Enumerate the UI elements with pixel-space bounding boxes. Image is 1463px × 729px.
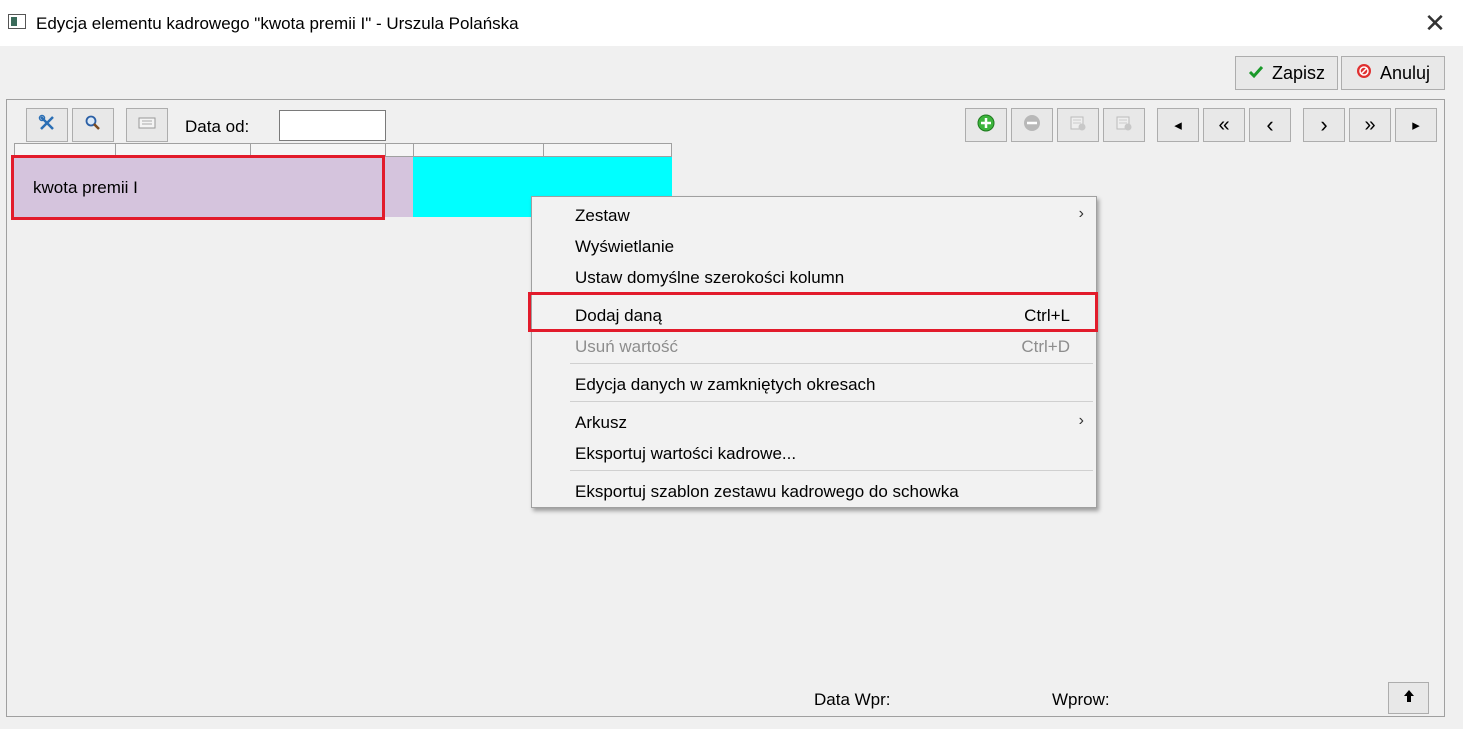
document-remove-icon [1115,114,1133,137]
document-add-icon [1069,114,1087,137]
submenu-arrow-icon: › [1078,412,1084,429]
cancel-icon [1356,63,1372,84]
context-menu: Zestaw › Wyświetlanie Ustaw domyślne sze… [531,196,1097,508]
menu-item-highlight-frame [528,292,1098,332]
add-document-button[interactable] [1057,108,1099,142]
menu-item-zestaw[interactable]: Zestaw [575,206,630,226]
shortcut-usun-wartosc: Ctrl+D [1021,337,1070,356]
cancel-label: Anuluj [1379,62,1431,83]
search-button[interactable] [72,108,114,142]
menu-separator [570,363,1093,364]
grid-header-cell[interactable] [543,143,672,157]
search-icon [84,114,102,137]
menu-separator [570,401,1093,402]
nav-prev-page-button[interactable]: « [1203,108,1245,142]
nav-next-page-button[interactable]: » [1349,108,1391,142]
window-title: Edycja elementu kadrowego "kwota premii … [36,14,519,33]
add-button[interactable] [965,108,1007,142]
close-button[interactable]: ✕ [1413,4,1457,42]
submenu-arrow-icon: › [1078,205,1084,222]
save-button[interactable]: Zapisz [1235,56,1338,90]
scroll-up-button[interactable] [1388,682,1429,714]
grid-row-marker-cell[interactable] [384,157,413,217]
plus-circle-icon [977,114,995,137]
cancel-button[interactable]: Anuluj [1341,56,1445,90]
settings-tools-button[interactable] [26,108,68,142]
date-from-label: Data od: [185,117,250,136]
menu-item-wyswietlanie[interactable]: Wyświetlanie [575,237,674,257]
grid-header-cell[interactable] [385,143,414,157]
menu-item-arkusz[interactable]: Arkusz [575,413,627,433]
date-from-input[interactable] [279,110,386,141]
nav-next-button[interactable]: › [1303,108,1345,142]
arrow-up-icon [1403,689,1415,707]
menu-item-default-column-widths[interactable]: Ustaw domyślne szerokości kolumn [575,268,844,288]
card-view-button[interactable] [126,108,168,142]
menu-item-closed-periods-edit[interactable]: Edycja danych w zamkniętych okresach [575,375,875,395]
nav-prev-button[interactable]: ‹ [1249,108,1291,142]
data-wpr-label: Data Wpr: [814,690,891,709]
nav-first-button[interactable]: ◂ [1157,108,1199,142]
title-bar: Edycja elementu kadrowego "kwota premii … [0,0,1463,46]
save-label: Zapisz [1271,62,1325,83]
wprow-label: Wprow: [1052,690,1110,709]
window-edge [1455,50,1463,729]
menu-separator [570,470,1093,471]
remove-button[interactable] [1011,108,1053,142]
menu-item-export-template[interactable]: Eksportuj szablon zestawu kadrowego do s… [575,482,959,502]
menu-item-export-values[interactable]: Eksportuj wartości kadrowe... [575,444,796,464]
menu-item-usun-wartosc: Usuń wartość [575,337,678,356]
card-icon [138,115,156,135]
nav-last-button[interactable]: ▸ [1395,108,1437,142]
remove-document-button[interactable] [1103,108,1145,142]
app-icon [8,14,26,29]
grid-header-cell[interactable] [413,143,544,157]
checkmark-icon [1248,63,1264,84]
tools-icon [38,114,56,137]
minus-circle-icon [1023,114,1041,137]
row-highlight-frame [11,155,385,220]
